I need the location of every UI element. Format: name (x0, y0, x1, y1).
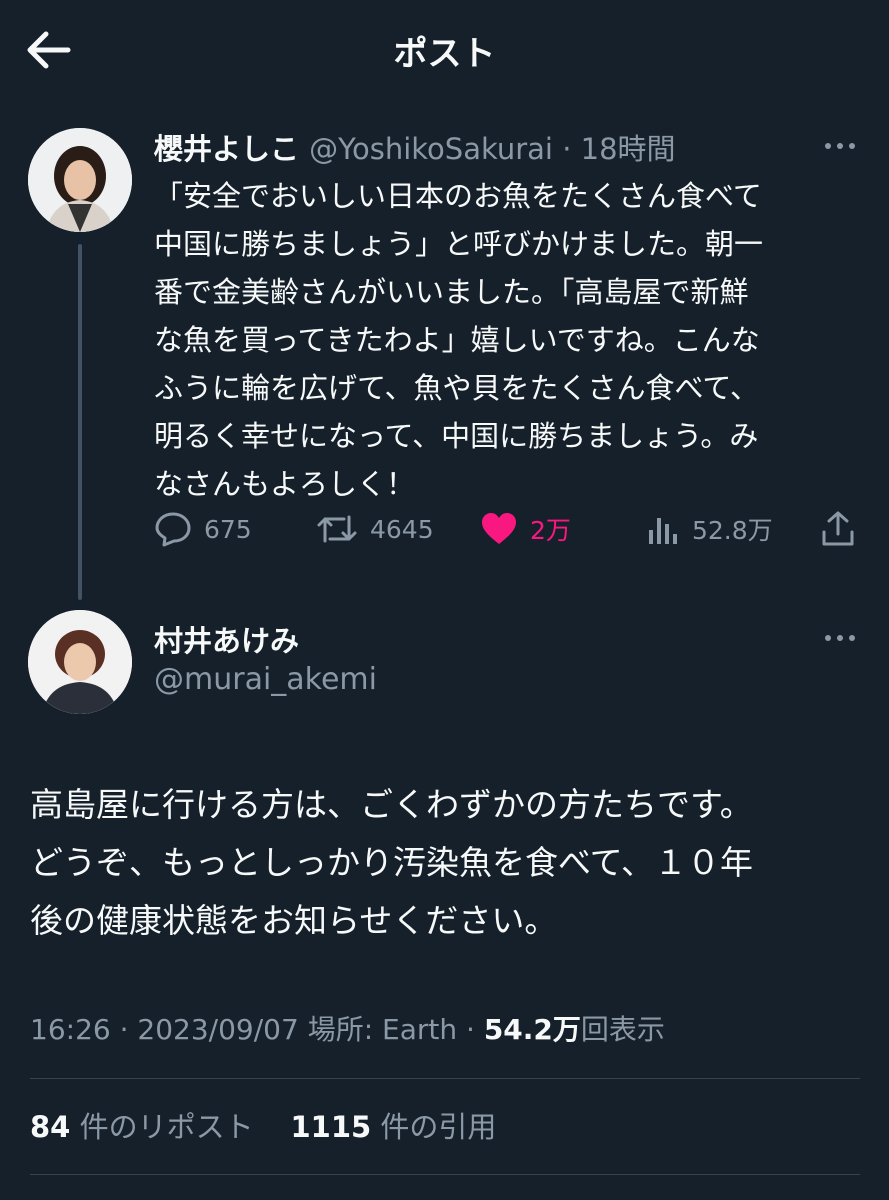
meta-separator: · (553, 132, 581, 166)
avatar-murai[interactable] (28, 610, 132, 714)
text-line: 「安全でおいしい日本のお魚をたくさん食べて (154, 179, 762, 213)
action-bar: 675 4645 2万 52.8万 (154, 505, 864, 553)
divider (30, 1078, 860, 1079)
author-name[interactable]: 櫻井よしこ (154, 132, 299, 166)
reply-author-handle[interactable]: @murai_akemi (154, 662, 377, 697)
post-metadata: 16:26 · 2023/09/07 場所: Earth · 54.2万回表示 (30, 1013, 665, 1046)
like-button[interactable]: 2万 (480, 505, 571, 553)
views-count: 52.8万 (692, 516, 773, 545)
top-bar: ポスト (0, 0, 889, 100)
avatar-sakurai[interactable] (28, 128, 132, 232)
share-button[interactable] (820, 505, 868, 553)
repost-icon (317, 515, 357, 543)
views-label: 回表示 (580, 1013, 665, 1046)
text-line: なさんもよろしく！ (154, 467, 416, 501)
more-options-icon[interactable] (822, 136, 862, 156)
post-header: 櫻井よしこ @YoshikoSakurai · 18時間 (154, 126, 676, 168)
reposts-label: 件のリポスト (79, 1110, 254, 1144)
quotes-stat[interactable]: 1115 件の引用 (290, 1110, 496, 1144)
quotes-count: 1115 (290, 1110, 372, 1144)
text-line: 中国に勝ちましょう」と呼びかけました。朝一 (154, 227, 764, 261)
text-line: 番で金美齢さんがいいました。「高島屋で新鮮 (154, 275, 749, 309)
reply-icon (155, 512, 191, 547)
reposts-count: 84 (30, 1110, 71, 1144)
reply-count: 675 (204, 514, 252, 544)
post-time[interactable]: 18時間 (581, 132, 676, 166)
reply-button[interactable]: 675 (154, 505, 252, 553)
page-title: ポスト (393, 34, 496, 74)
share-icon (822, 511, 854, 546)
repost-button[interactable]: 4645 (316, 505, 434, 553)
thread-connector (78, 244, 82, 600)
views-total: 54.2万 (483, 1013, 581, 1046)
like-count: 2万 (530, 516, 571, 545)
quotes-label: 件の引用 (380, 1110, 497, 1144)
reposts-stat[interactable]: 84 件のリポスト (30, 1110, 254, 1144)
text-line: 後の健康状態をお知らせください。 (30, 901, 558, 940)
post-location: 場所: Earth (307, 1013, 458, 1046)
post-text: 「安全でおいしい日本のお魚をたくさん食べて 中国に勝ちましょう」と呼びかけました… (154, 172, 874, 508)
repost-count: 4645 (370, 514, 434, 544)
text-line: どうぞ、もっとしっかり汚染魚を食べて、１０年 (30, 843, 754, 882)
heart-icon (482, 513, 516, 544)
reply-author-name[interactable]: 村井あけみ (154, 618, 299, 660)
reply-text: 高島屋に行ける方は、ごくわずかの方たちです。 どうぞ、もっとしっかり汚染魚を食べ… (30, 776, 875, 950)
post-time[interactable]: 16:26 (30, 1013, 111, 1046)
engagement-stats: 84 件のリポスト 1115 件の引用 (30, 1104, 496, 1146)
views-icon (649, 518, 677, 544)
text-line: な魚を買ってきたわよ」嬉しいですね。こんな (154, 323, 760, 357)
post-date[interactable]: 2023/09/07 (137, 1013, 298, 1046)
views-button[interactable]: 52.8万 (646, 505, 773, 553)
text-line: 高島屋に行ける方は、ごくわずかの方たちです。 (30, 785, 753, 824)
text-line: ふうに輪を広げて、魚や貝をたくさん食べて、 (154, 371, 759, 405)
author-handle[interactable]: @YoshikoSakurai (309, 132, 553, 166)
more-options-icon[interactable] (822, 628, 862, 648)
text-line: 明るく幸せになって、中国に勝ちましょう。み (154, 419, 759, 453)
divider (30, 1174, 860, 1175)
